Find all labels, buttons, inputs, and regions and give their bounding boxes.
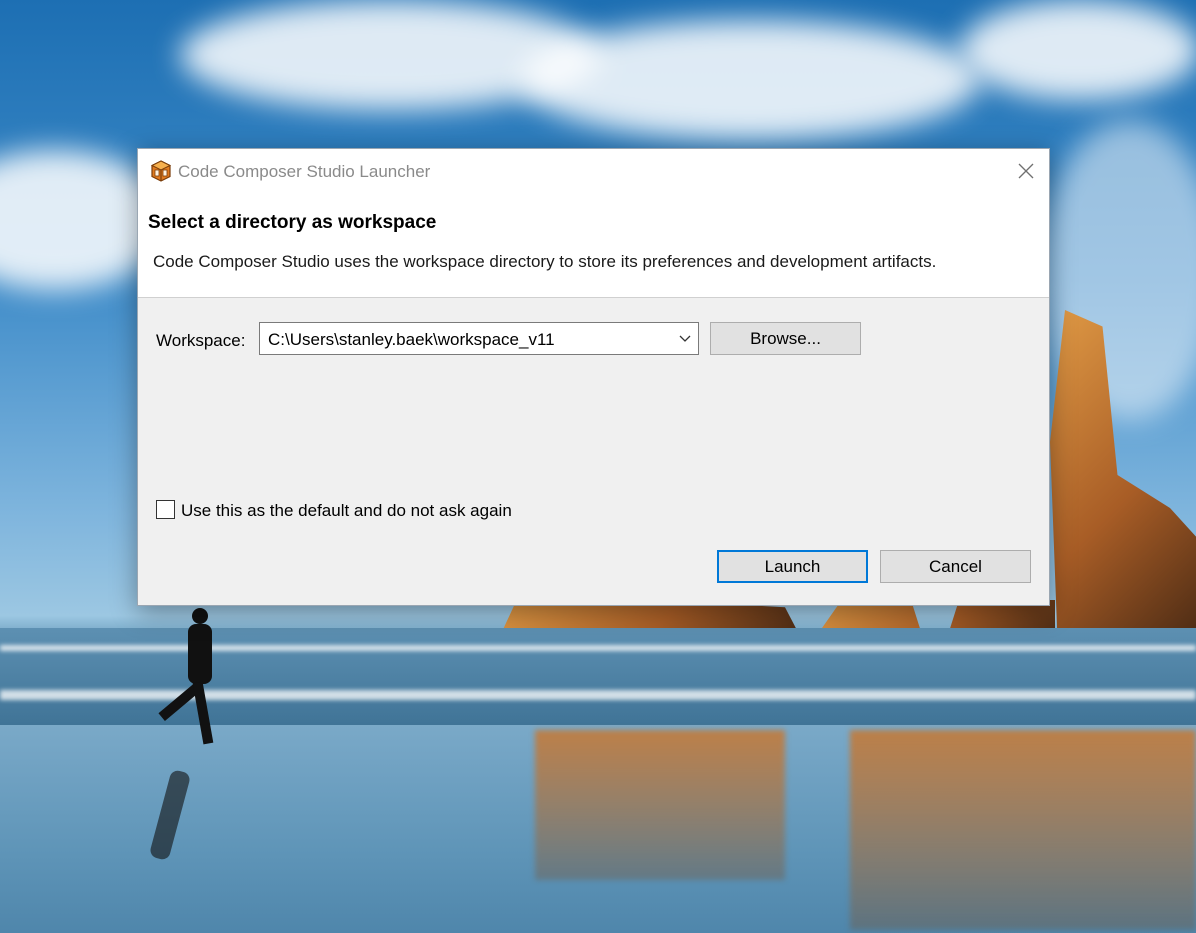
workspace-label: Workspace:	[156, 331, 246, 350]
rock-reflection	[535, 730, 785, 880]
runner-head	[192, 608, 208, 624]
cloud	[520, 20, 980, 140]
close-icon	[1018, 163, 1034, 179]
workspace-path-value[interactable]: C:\Users\stanley.baek\workspace_v11	[268, 330, 555, 350]
default-checkbox[interactable]	[156, 500, 175, 519]
dialog-header: Select a directory as workspace Code Com…	[138, 195, 1049, 298]
cancel-button[interactable]: Cancel	[880, 550, 1031, 583]
launcher-dialog: Code Composer Studio Launcher Select a d…	[137, 148, 1050, 606]
ocean	[0, 628, 1196, 728]
dialog-heading: Select a directory as workspace	[148, 212, 437, 233]
launch-button[interactable]: Launch	[717, 550, 868, 583]
title-bar[interactable]: Code Composer Studio Launcher	[138, 149, 1049, 195]
close-button[interactable]	[1003, 149, 1049, 193]
runner-body	[188, 624, 212, 684]
window-title: Code Composer Studio Launcher	[178, 162, 431, 181]
ccs-cube-icon	[150, 160, 172, 182]
wave-foam	[0, 645, 1196, 651]
dialog-description: Code Composer Studio uses the workspace …	[153, 252, 937, 271]
rock-reflection	[850, 730, 1196, 930]
browse-button[interactable]: Browse...	[710, 322, 861, 355]
workspace-combobox[interactable]: C:\Users\stanley.baek\workspace_v11	[259, 322, 699, 355]
chevron-down-icon[interactable]	[678, 332, 692, 346]
default-checkbox-label[interactable]: Use this as the default and do not ask a…	[181, 501, 512, 521]
cloud	[960, 0, 1196, 100]
